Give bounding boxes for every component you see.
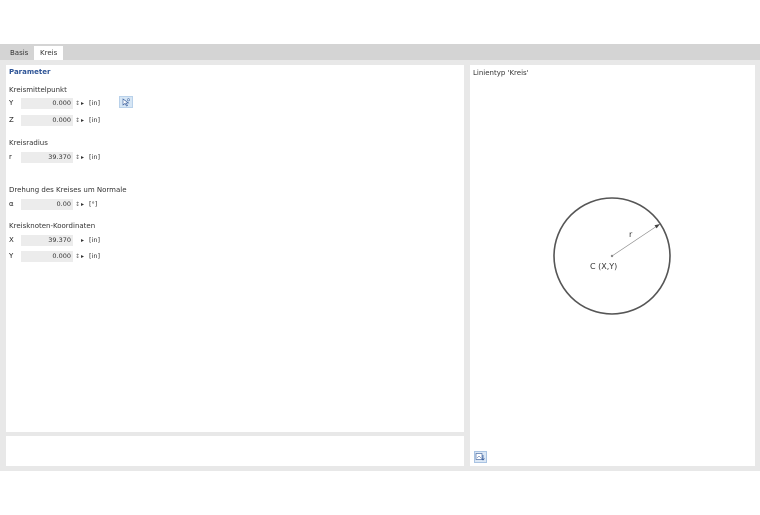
radius-unit: [in] xyxy=(89,153,100,161)
rotation-spinner-icon[interactable]: ↕ xyxy=(75,200,80,209)
node-x-row: X 39.370 ▸ [in] xyxy=(9,235,209,246)
rotation-symbol: α xyxy=(9,200,14,208)
center-group-label: Kreismittelpunkt xyxy=(9,86,67,94)
radius-arrow-icon[interactable]: ▸ xyxy=(81,153,84,162)
center-z-input[interactable]: 0.000 xyxy=(21,115,73,126)
node-group-label: Kreisknoten-Koordinaten xyxy=(9,222,96,230)
center-z-unit: [in] xyxy=(89,116,100,124)
parameter-panel: Parameter Kreismittelpunkt Y 0.000 ↕ ▸ [… xyxy=(6,65,464,432)
node-y-row: Y 0.000 ↕ ▸ [in] xyxy=(9,251,209,262)
radius-spinner-icon[interactable]: ↕ xyxy=(75,153,80,162)
center-z-arrow-icon[interactable]: ▸ xyxy=(81,116,84,125)
radius-line xyxy=(611,223,661,257)
center-z-symbol: Z xyxy=(9,116,14,124)
radius-group-label: Kreisradius xyxy=(9,139,48,147)
node-y-symbol: Y xyxy=(9,252,14,260)
app-window: Basis Kreis Parameter Kreismittelpunkt Y… xyxy=(0,44,760,471)
radius-arrowhead-icon xyxy=(654,224,660,229)
rotation-arrow-icon[interactable]: ▸ xyxy=(81,200,84,209)
radius-label: r xyxy=(629,230,633,239)
export-image-icon xyxy=(475,453,485,461)
tab-kreis[interactable]: Kreis xyxy=(34,46,64,60)
circle-diagram: r C (X,Y) xyxy=(553,197,671,315)
node-x-input[interactable]: 39.370 xyxy=(21,235,73,246)
center-y-symbol: Y xyxy=(9,99,14,107)
parameter-section-title: Parameter xyxy=(9,68,51,76)
pick-center-button[interactable] xyxy=(119,96,133,108)
node-x-arrow-icon[interactable]: ▸ xyxy=(81,236,84,245)
pick-cursor-icon xyxy=(122,98,130,107)
center-y-input[interactable]: 0.000 xyxy=(21,98,73,109)
radius-symbol: r xyxy=(9,153,12,161)
center-y-spinner-icon[interactable]: ↕ xyxy=(75,99,80,108)
diagram-title: Linientyp 'Kreis' xyxy=(473,69,529,77)
center-y-arrow-icon[interactable]: ▸ xyxy=(81,99,84,108)
center-label: C (X,Y) xyxy=(590,262,617,271)
node-x-unit: [in] xyxy=(89,236,100,244)
radius-input[interactable]: 39.370 xyxy=(21,152,73,163)
node-x-symbol: X xyxy=(9,236,14,244)
node-y-spinner-icon[interactable]: ↕ xyxy=(75,252,80,261)
tab-bar: Basis Kreis xyxy=(0,44,760,60)
rotation-group-label: Drehung des Kreises um Normale xyxy=(9,186,127,194)
rotation-input[interactable]: 0.00 xyxy=(21,199,73,210)
center-y-row: Y 0.000 ↕ ▸ [in] xyxy=(9,98,209,109)
center-y-unit: [in] xyxy=(89,99,100,107)
center-z-row: Z 0.000 ↕ ▸ [in] xyxy=(9,115,209,126)
tab-basis[interactable]: Basis xyxy=(4,46,34,60)
diagram-panel: Linientyp 'Kreis' r C (X,Y) xyxy=(470,65,755,466)
radius-row: r 39.370 ↕ ▸ [in] xyxy=(9,152,209,163)
rotation-unit: [°] xyxy=(89,200,98,208)
node-y-unit: [in] xyxy=(89,252,100,260)
center-z-spinner-icon[interactable]: ↕ xyxy=(75,116,80,125)
rotation-row: α 0.00 ↕ ▸ [°] xyxy=(9,199,209,210)
comment-panel[interactable] xyxy=(6,436,464,466)
node-y-arrow-icon[interactable]: ▸ xyxy=(81,252,84,261)
node-y-input[interactable]: 0.000 xyxy=(21,251,73,262)
export-diagram-button[interactable] xyxy=(474,451,487,463)
